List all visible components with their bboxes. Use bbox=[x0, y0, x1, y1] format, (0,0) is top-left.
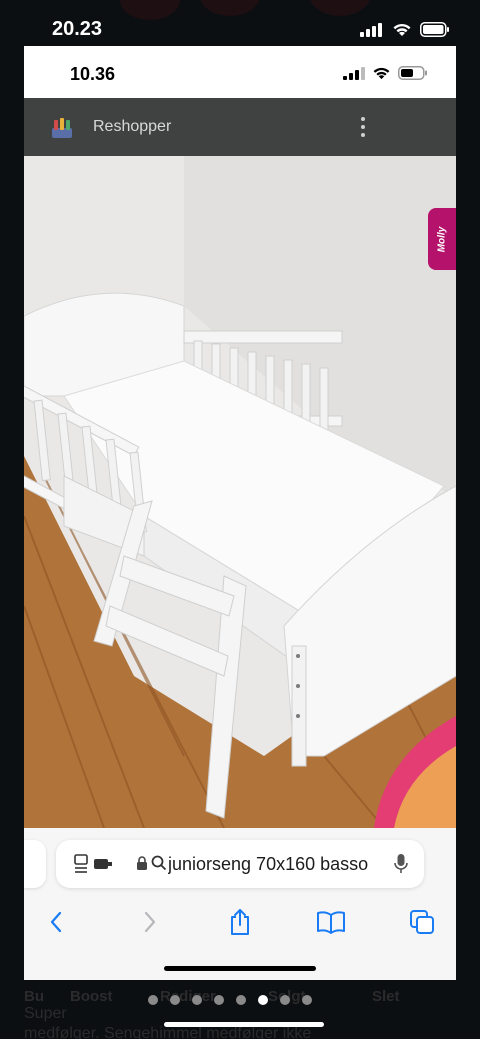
browser-toolbar: juniorseng 70x160 basso bbox=[24, 828, 456, 980]
browser-nav-row bbox=[24, 900, 456, 944]
bookmarks-button[interactable] bbox=[309, 900, 353, 944]
mic-icon[interactable] bbox=[394, 853, 408, 875]
lock-icon bbox=[137, 856, 147, 870]
forward-icon bbox=[144, 911, 156, 933]
page-dot[interactable] bbox=[302, 995, 312, 1005]
molly-badge-label: Molly bbox=[436, 226, 448, 252]
inner-status-bar: 10.36 bbox=[24, 46, 456, 98]
page-dot[interactable] bbox=[258, 995, 268, 1005]
product-photo[interactable]: Molly bbox=[24, 156, 456, 828]
search-icon bbox=[151, 855, 167, 871]
share-button[interactable] bbox=[218, 900, 262, 944]
tab-switch-icon[interactable] bbox=[74, 854, 114, 874]
page-dot[interactable] bbox=[192, 995, 202, 1005]
page-indicator[interactable] bbox=[148, 995, 312, 1005]
previous-tab-preview[interactable] bbox=[24, 840, 46, 888]
delete-button[interactable]: Slet bbox=[372, 988, 400, 1005]
molly-badge[interactable]: Molly bbox=[428, 208, 456, 270]
signal-icon bbox=[343, 66, 365, 80]
page-dot[interactable] bbox=[280, 995, 290, 1005]
tabs-button[interactable] bbox=[400, 900, 444, 944]
back-button[interactable] bbox=[34, 900, 78, 944]
app-title: Reshopper bbox=[93, 118, 172, 135]
inner-status-icons bbox=[343, 66, 428, 80]
battery-icon bbox=[398, 66, 427, 80]
outer-clock: 20.23 bbox=[52, 18, 103, 40]
heading-fragment: Bu bbox=[24, 988, 44, 1005]
tabs-icon bbox=[410, 910, 434, 934]
page-dot[interactable] bbox=[148, 995, 158, 1005]
outer-status-bar: 20.23 bbox=[0, 0, 480, 46]
screenshot-card: 10.36 Reshopper Molly juniorseng 70x160 … bbox=[24, 46, 456, 980]
battery-icon bbox=[420, 22, 449, 37]
inner-home-indicator bbox=[164, 966, 316, 971]
more-menu-icon[interactable] bbox=[360, 116, 366, 138]
inner-clock: 10.36 bbox=[70, 64, 116, 84]
page-dot[interactable] bbox=[236, 995, 246, 1005]
outer-status-icons bbox=[360, 22, 450, 37]
address-text[interactable]: juniorseng 70x160 basso bbox=[168, 854, 378, 875]
signal-icon bbox=[360, 22, 382, 37]
back-icon bbox=[50, 911, 62, 933]
address-bar[interactable]: juniorseng 70x160 basso bbox=[56, 840, 424, 888]
wifi-icon bbox=[393, 23, 411, 36]
page-dot[interactable] bbox=[170, 995, 180, 1005]
outer-home-indicator bbox=[164, 1022, 324, 1027]
reshopper-logo-icon bbox=[52, 118, 72, 138]
wifi-icon bbox=[373, 67, 390, 79]
description-line-1: Super bbox=[24, 1005, 67, 1022]
bookmarks-icon bbox=[317, 911, 345, 934]
bed-illustration bbox=[24, 156, 456, 828]
app-header: Reshopper bbox=[24, 98, 456, 156]
background-listing-actions: Bu Boost Rediger Solgt Slet Super medføl… bbox=[0, 980, 480, 1039]
boost-button[interactable]: Boost bbox=[70, 988, 113, 1005]
share-icon bbox=[231, 909, 249, 935]
forward-button[interactable] bbox=[128, 900, 172, 944]
page-dot[interactable] bbox=[214, 995, 224, 1005]
